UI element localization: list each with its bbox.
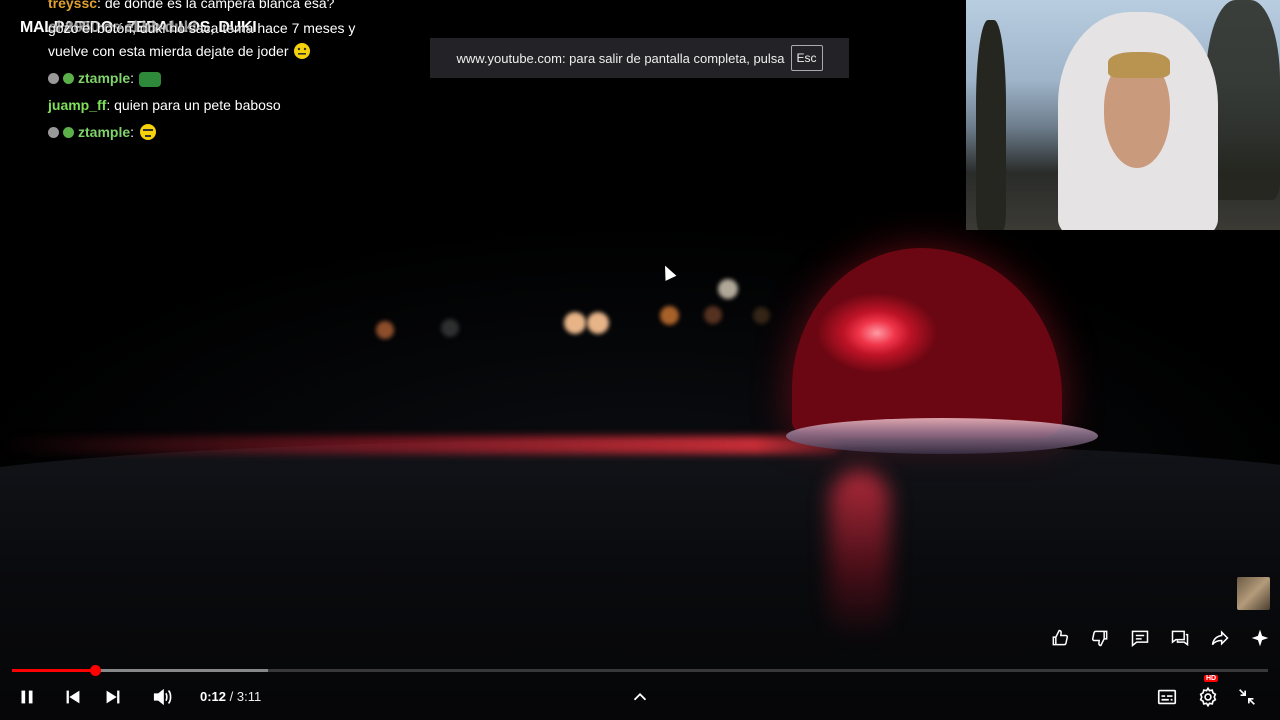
pause-icon bbox=[21, 690, 33, 704]
share-icon bbox=[1211, 630, 1229, 646]
bokeh-light bbox=[587, 312, 609, 334]
chevron-up-icon bbox=[633, 692, 647, 701]
fullscreen-notice-text: www.youtube.com: para salir de pantalla … bbox=[456, 50, 785, 66]
scrubber-handle[interactable] bbox=[89, 665, 101, 676]
comment-icon bbox=[1131, 630, 1149, 648]
volume-button[interactable] bbox=[150, 680, 176, 714]
chat-username: treyssc bbox=[48, 0, 98, 11]
dislike-button[interactable] bbox=[1080, 624, 1120, 652]
chat-username: ztample bbox=[78, 70, 131, 86]
duration: 3:11 bbox=[236, 689, 262, 704]
badge-icon bbox=[63, 127, 74, 138]
siren-beacon bbox=[792, 248, 1062, 438]
live-chat-button[interactable] bbox=[1160, 624, 1200, 652]
current-time: 0:12 bbox=[200, 689, 227, 704]
chat-message: gozo el botón, duki no saca tema hace 7 … bbox=[48, 17, 358, 63]
sleepy-face-emoji-icon bbox=[138, 123, 158, 141]
exit-fullscreen-icon bbox=[1239, 689, 1255, 705]
chat-text: : bbox=[130, 70, 135, 86]
next-button[interactable] bbox=[100, 680, 126, 714]
pause-button[interactable] bbox=[14, 680, 40, 714]
progress-played bbox=[12, 669, 95, 672]
bokeh-light bbox=[718, 279, 738, 299]
neutral-face-emoji-icon bbox=[292, 42, 312, 60]
time-display: 0:12 / 3:11 bbox=[200, 689, 261, 704]
chat-text: : de donde es la campera blanca esa? bbox=[97, 0, 335, 11]
siren-reflection bbox=[830, 470, 890, 640]
chat-message: juamp_ff: quien para un pete baboso bbox=[48, 94, 358, 117]
skip-next-icon bbox=[106, 690, 120, 704]
webcam-overlay bbox=[966, 0, 1280, 230]
bokeh-light bbox=[753, 307, 770, 324]
siren-base bbox=[786, 418, 1098, 454]
sparkle-icon bbox=[1251, 629, 1269, 647]
fullscreen-notice: www.youtube.com: para salir de pantalla … bbox=[430, 38, 849, 78]
skip-previous-icon bbox=[66, 690, 80, 704]
green-frog-emote-icon bbox=[138, 69, 161, 87]
comments-button[interactable] bbox=[1120, 624, 1160, 652]
bokeh-light bbox=[376, 321, 394, 339]
subtitles-button[interactable] bbox=[1154, 680, 1180, 714]
thumb-up-icon bbox=[1052, 629, 1069, 646]
bokeh-light bbox=[441, 319, 459, 337]
hd-badge: HD bbox=[1204, 675, 1219, 682]
channel-thumbnail[interactable] bbox=[1237, 577, 1270, 610]
badge-icon bbox=[48, 127, 59, 138]
tree-shape bbox=[976, 20, 1006, 230]
volume-icon bbox=[153, 688, 172, 706]
exit-fullscreen-button[interactable] bbox=[1235, 680, 1259, 714]
previous-button[interactable] bbox=[60, 680, 86, 714]
like-button[interactable] bbox=[1040, 624, 1080, 652]
chat-text: : quien para un pete baboso bbox=[106, 97, 281, 113]
badge-icon bbox=[48, 73, 59, 84]
streamer-cap bbox=[1108, 52, 1170, 78]
thumb-down-icon bbox=[1091, 630, 1108, 647]
bokeh-light bbox=[564, 312, 586, 334]
action-row bbox=[1040, 624, 1280, 652]
chat-message: ztample: bbox=[48, 121, 358, 144]
chat-message: treyssc: de donde es la campera blanca e… bbox=[48, 0, 358, 15]
table-surface bbox=[0, 440, 1280, 720]
time-separator: / bbox=[226, 689, 237, 704]
badge-icon bbox=[63, 73, 74, 84]
chat-text: : bbox=[130, 124, 135, 140]
subtitles-icon bbox=[1157, 689, 1177, 705]
chat-username: ztample bbox=[78, 124, 131, 140]
gear-icon bbox=[1199, 686, 1217, 708]
ask-ai-button[interactable] bbox=[1240, 624, 1280, 652]
live-chat-icon bbox=[1171, 630, 1189, 647]
red-light-streak bbox=[0, 436, 840, 454]
player-controls: 0:12 / 3:11 HD bbox=[0, 675, 1280, 714]
expand-chevron-button[interactable] bbox=[628, 680, 652, 714]
bokeh-light bbox=[704, 306, 722, 324]
chat-username: juamp_ff bbox=[48, 97, 107, 113]
progress-bar[interactable] bbox=[12, 665, 1268, 676]
settings-button[interactable]: HD bbox=[1195, 675, 1221, 714]
share-button[interactable] bbox=[1200, 624, 1240, 652]
chat-overlay: treyssc: de donde es la campera blanca e… bbox=[48, 0, 358, 148]
esc-key-hint: Esc bbox=[790, 45, 823, 71]
chat-message: ztample: bbox=[48, 67, 358, 90]
bokeh-light bbox=[660, 306, 679, 325]
